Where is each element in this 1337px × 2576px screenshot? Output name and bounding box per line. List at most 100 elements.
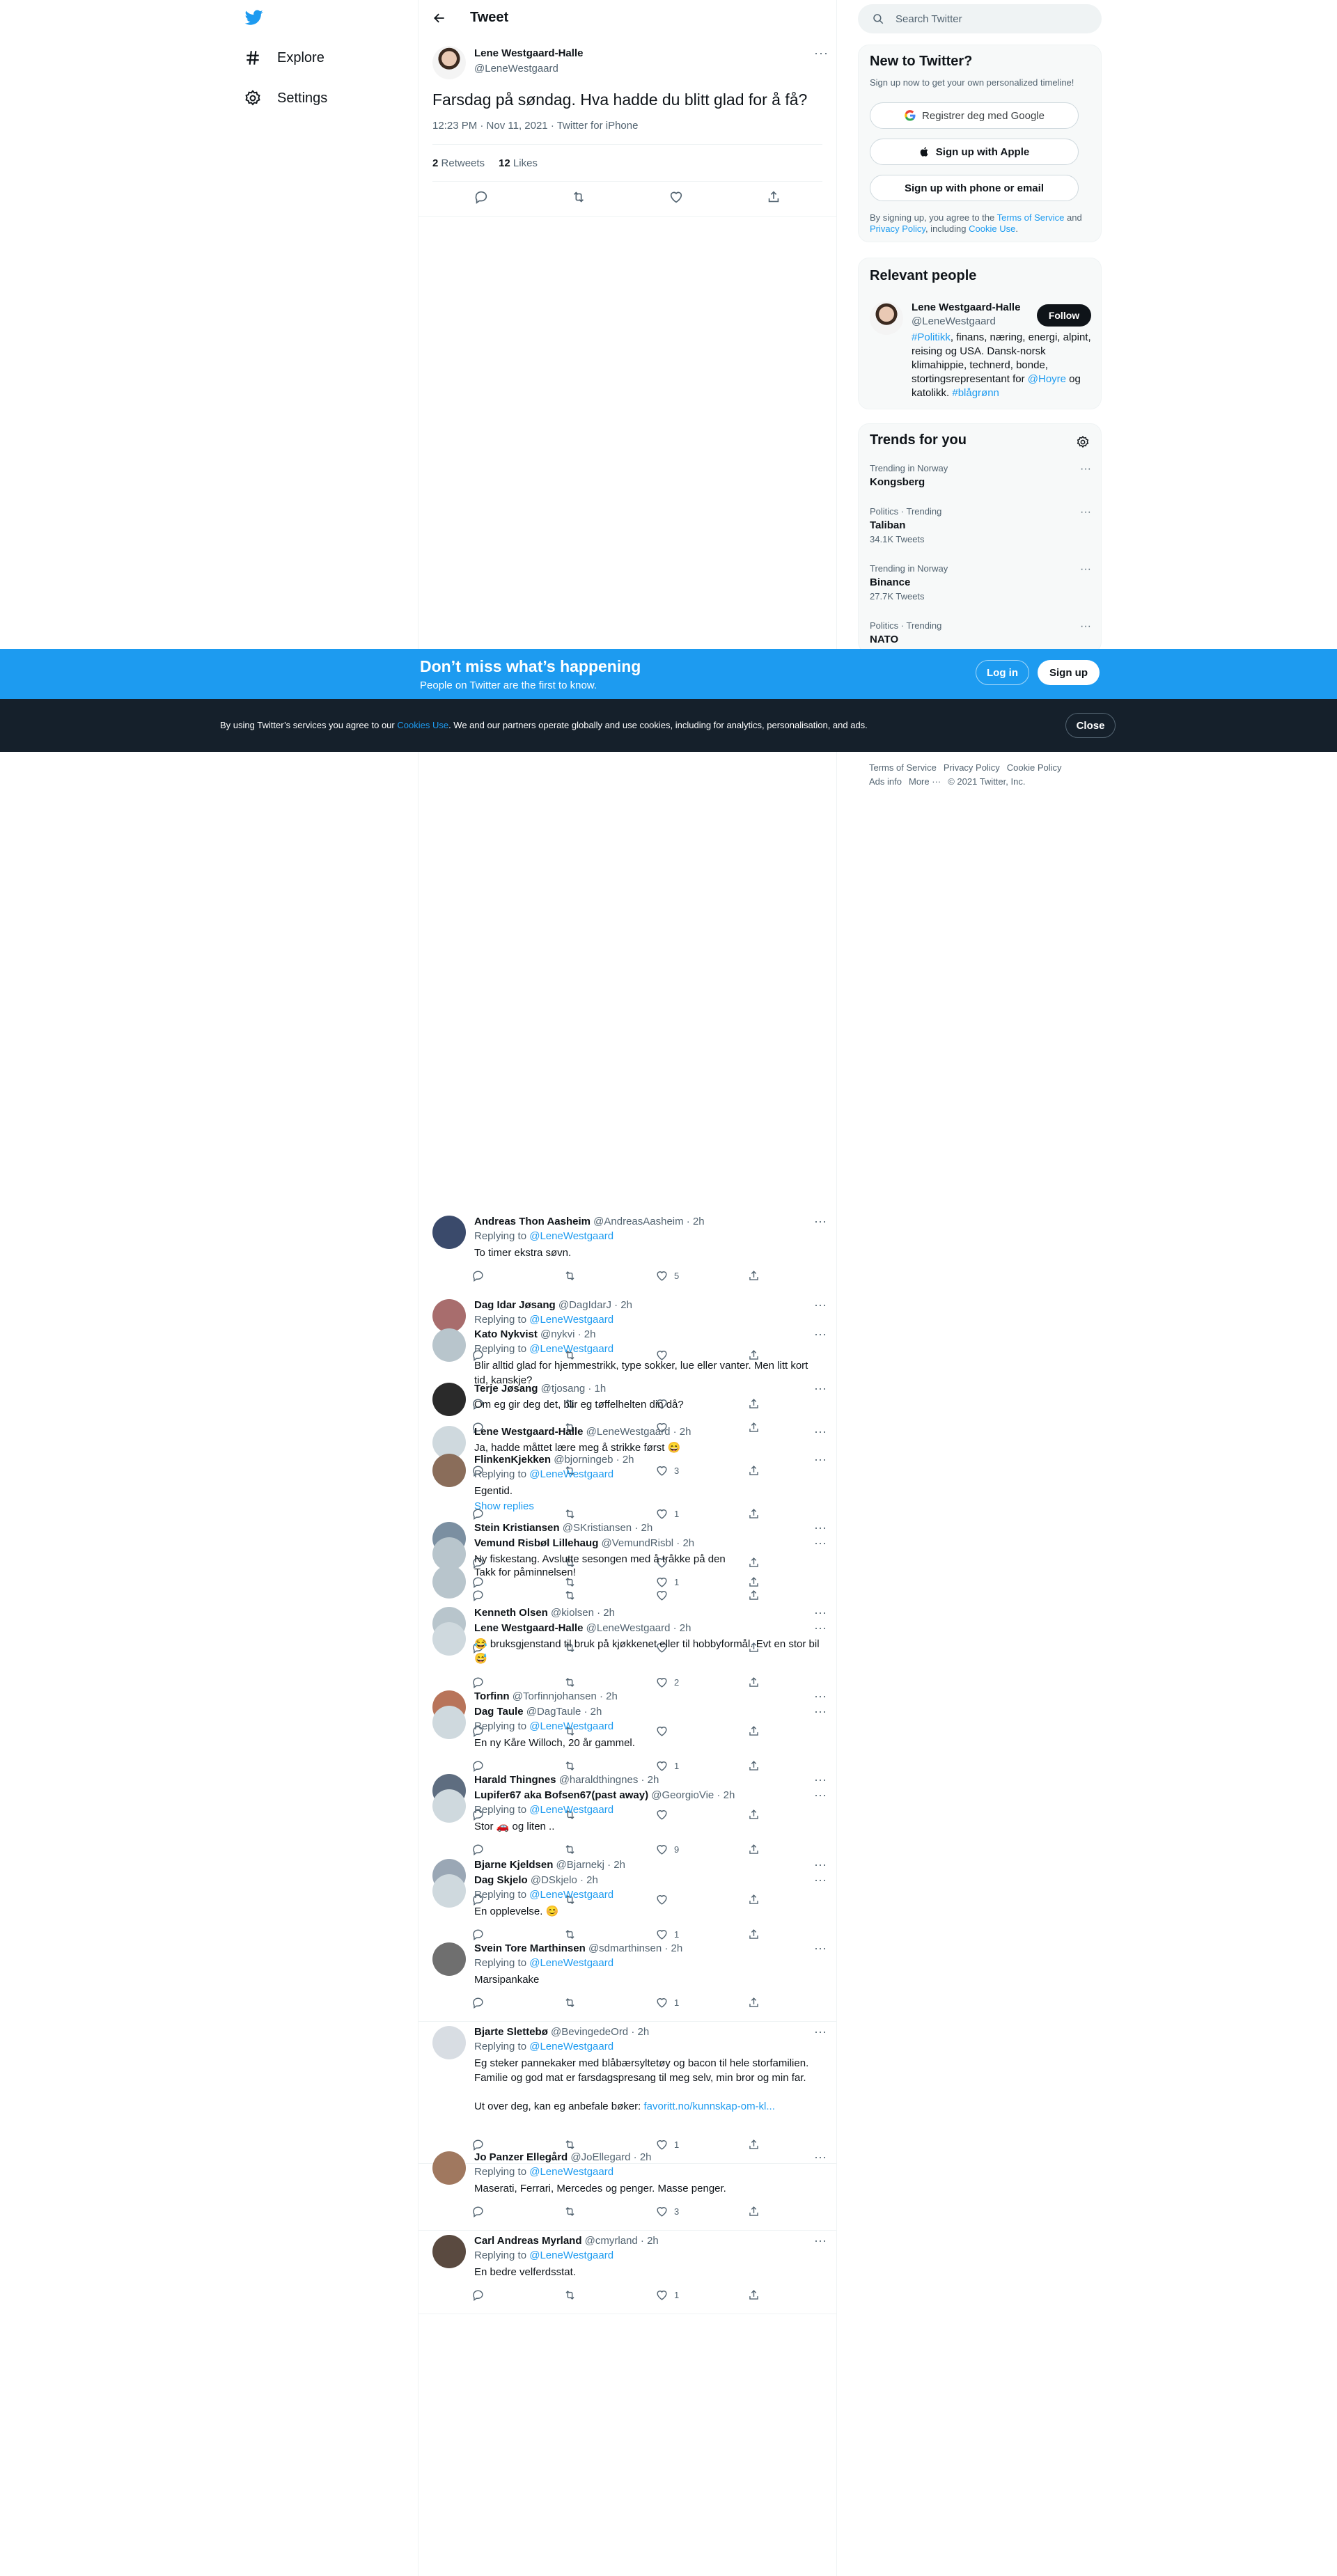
reply-author-name[interactable]: Jo Panzer Ellegård bbox=[474, 2151, 568, 2163]
avatar[interactable] bbox=[432, 1789, 466, 1823]
more-options-icon[interactable]: ··· bbox=[814, 1621, 827, 1635]
like-icon[interactable] bbox=[655, 1269, 668, 1282]
share-icon[interactable] bbox=[747, 1421, 760, 1434]
avatar[interactable] bbox=[432, 1706, 466, 1739]
like-icon[interactable] bbox=[655, 2288, 668, 2302]
follow-button[interactable]: Follow bbox=[1037, 304, 1091, 327]
more-options-icon[interactable]: ··· bbox=[1080, 563, 1091, 576]
footer-link[interactable]: More ··· bbox=[909, 776, 941, 787]
search-input[interactable]: Search Twitter bbox=[858, 4, 1102, 33]
retweet-icon[interactable] bbox=[563, 1269, 577, 1282]
mention-link[interactable]: @LeneWestgaard bbox=[529, 1230, 613, 1242]
more-options-icon[interactable]: ··· bbox=[814, 1536, 827, 1550]
reply-meta[interactable]: @nykvi · 2h bbox=[540, 1328, 595, 1340]
reply-meta[interactable]: @bjorningeb · 2h bbox=[554, 1454, 634, 1466]
reply-icon[interactable] bbox=[471, 1676, 485, 1689]
reply-author-name[interactable]: Vemund Risbøl Lillehaug bbox=[474, 1537, 598, 1549]
retweet-icon[interactable] bbox=[563, 1759, 577, 1773]
avatar[interactable] bbox=[432, 1328, 466, 1362]
reply-author-name[interactable]: Lupifer67 aka Bofsen67(past away) bbox=[474, 1789, 648, 1801]
more-options-icon[interactable]: ··· bbox=[814, 2233, 827, 2248]
reply-author-name[interactable]: Bjarne Kjeldsen bbox=[474, 1859, 553, 1871]
avatar[interactable] bbox=[432, 2235, 466, 2268]
share-icon[interactable] bbox=[747, 1676, 760, 1689]
privacy-link[interactable]: Privacy Policy bbox=[870, 223, 925, 234]
reply-author-name[interactable]: Kenneth Olsen bbox=[474, 1607, 548, 1619]
more-options-icon[interactable]: ··· bbox=[814, 1873, 827, 1887]
more-options-icon[interactable]: ··· bbox=[1080, 463, 1091, 476]
mention-link[interactable]: @LeneWestgaard bbox=[529, 1314, 613, 1326]
reply-meta[interactable]: @VemundRisbl · 2h bbox=[602, 1537, 695, 1549]
trend-item[interactable]: Politics · Trending Taliban 34.1K Tweets ··… bbox=[870, 506, 1091, 544]
retweet-icon[interactable] bbox=[563, 2205, 577, 2218]
more-options-icon[interactable]: ··· bbox=[814, 1858, 827, 1872]
mention-link[interactable]: @LeneWestgaard bbox=[529, 1804, 613, 1816]
phone-signup-button[interactable]: Sign up with phone or email bbox=[870, 175, 1079, 201]
reply-icon[interactable] bbox=[471, 1507, 485, 1521]
like-icon[interactable] bbox=[655, 2205, 668, 2218]
likes-stat[interactable]: 12 Likes bbox=[499, 157, 538, 169]
retweet-icon[interactable] bbox=[563, 2138, 577, 2151]
like-icon[interactable] bbox=[655, 1759, 668, 1773]
reply-author-name[interactable]: Torfinn bbox=[474, 1690, 510, 1702]
reply-icon[interactable] bbox=[471, 1759, 485, 1773]
reply-icon[interactable] bbox=[471, 1928, 485, 1941]
reply-meta[interactable]: @Torfinnjohansen · 2h bbox=[513, 1690, 618, 1702]
share-icon[interactable] bbox=[747, 1464, 760, 1477]
share-icon[interactable] bbox=[747, 2288, 760, 2302]
share-icon[interactable] bbox=[747, 1759, 760, 1773]
retweet-icon[interactable] bbox=[563, 1928, 577, 1941]
share-icon[interactable] bbox=[747, 1507, 760, 1521]
more-options-icon[interactable]: ··· bbox=[814, 1704, 827, 1719]
nav-explore[interactable]: Explore bbox=[244, 49, 325, 67]
reply-author-name[interactable]: Dag Taule bbox=[474, 1706, 524, 1718]
like-icon[interactable] bbox=[655, 2138, 668, 2151]
reply-meta[interactable]: @AndreasAasheim · 2h bbox=[593, 1216, 704, 1227]
login-button[interactable]: Log in bbox=[976, 660, 1029, 685]
reply-meta[interactable]: @LeneWestgaard · 2h bbox=[586, 1426, 691, 1438]
reply-author-name[interactable]: Lene Westgaard-Halle bbox=[474, 1622, 583, 1634]
reply-meta[interactable]: @DagTaule · 2h bbox=[526, 1706, 602, 1718]
avatar[interactable] bbox=[432, 1299, 466, 1333]
trend-item[interactable]: Politics · Trending NATO ··· bbox=[870, 620, 1091, 645]
mention-link[interactable]: @LeneWestgaard bbox=[529, 1957, 613, 1969]
person-handle[interactable]: @LeneWestgaard bbox=[912, 315, 996, 327]
like-icon[interactable] bbox=[655, 1507, 668, 1521]
external-link[interactable]: favoritt.no/kunnskap-om-kl... bbox=[643, 2100, 774, 2112]
reply-author-name[interactable]: Dag Skjelo bbox=[474, 1874, 528, 1886]
reply-meta[interactable]: @sdmarthinsen · 2h bbox=[588, 1942, 682, 1954]
apple-signup-button[interactable]: Sign up with Apple bbox=[870, 139, 1079, 165]
google-signup-button[interactable]: Registrer deg med Google bbox=[870, 102, 1079, 129]
reply-author-name[interactable]: Carl Andreas Myrland bbox=[474, 2235, 582, 2247]
more-options-icon[interactable]: ··· bbox=[814, 46, 829, 61]
more-options-icon[interactable]: ··· bbox=[814, 1521, 827, 1535]
share-icon[interactable] bbox=[747, 1843, 760, 1856]
mention-link[interactable]: @LeneWestgaard bbox=[529, 1468, 613, 1480]
share-icon[interactable] bbox=[747, 1589, 760, 1602]
like-icon[interactable] bbox=[655, 1676, 668, 1689]
mention-link[interactable]: @LeneWestgaard bbox=[529, 1720, 613, 1732]
more-options-icon[interactable]: ··· bbox=[814, 1298, 827, 1312]
mention-link[interactable]: @LeneWestgaard bbox=[529, 2166, 613, 2178]
more-options-icon[interactable]: ··· bbox=[814, 1381, 827, 1396]
more-options-icon[interactable]: ··· bbox=[814, 2150, 827, 2165]
reply-meta[interactable]: @BevingedeOrd · 2h bbox=[551, 2026, 649, 2038]
back-arrow-icon[interactable] bbox=[432, 11, 446, 25]
reply-icon[interactable] bbox=[471, 1843, 485, 1856]
hashtag-link[interactable]: #blågrønn bbox=[952, 387, 999, 399]
reply-author-name[interactable]: Dag Idar Jøsang bbox=[474, 1299, 556, 1311]
share-icon[interactable] bbox=[747, 2138, 760, 2151]
reply-author-name[interactable]: Terje Jøsang bbox=[474, 1383, 538, 1395]
footer-link[interactable]: Privacy Policy bbox=[944, 762, 1000, 773]
avatar[interactable] bbox=[432, 1454, 466, 1487]
share-icon[interactable] bbox=[747, 2205, 760, 2218]
retweet-icon[interactable] bbox=[563, 2288, 577, 2302]
mention-link[interactable]: @LeneWestgaard bbox=[529, 1889, 613, 1901]
trend-item[interactable]: Trending in Norway Kongsberg ··· bbox=[870, 463, 1091, 488]
footer-link[interactable]: Terms of Service bbox=[869, 762, 937, 773]
reply-author-name[interactable]: FlinkenKjekken bbox=[474, 1454, 551, 1466]
twitter-logo[interactable] bbox=[244, 8, 265, 26]
mention-link[interactable]: @LeneWestgaard bbox=[529, 2249, 613, 2261]
like-icon[interactable] bbox=[668, 189, 684, 205]
avatar[interactable] bbox=[432, 1383, 466, 1416]
